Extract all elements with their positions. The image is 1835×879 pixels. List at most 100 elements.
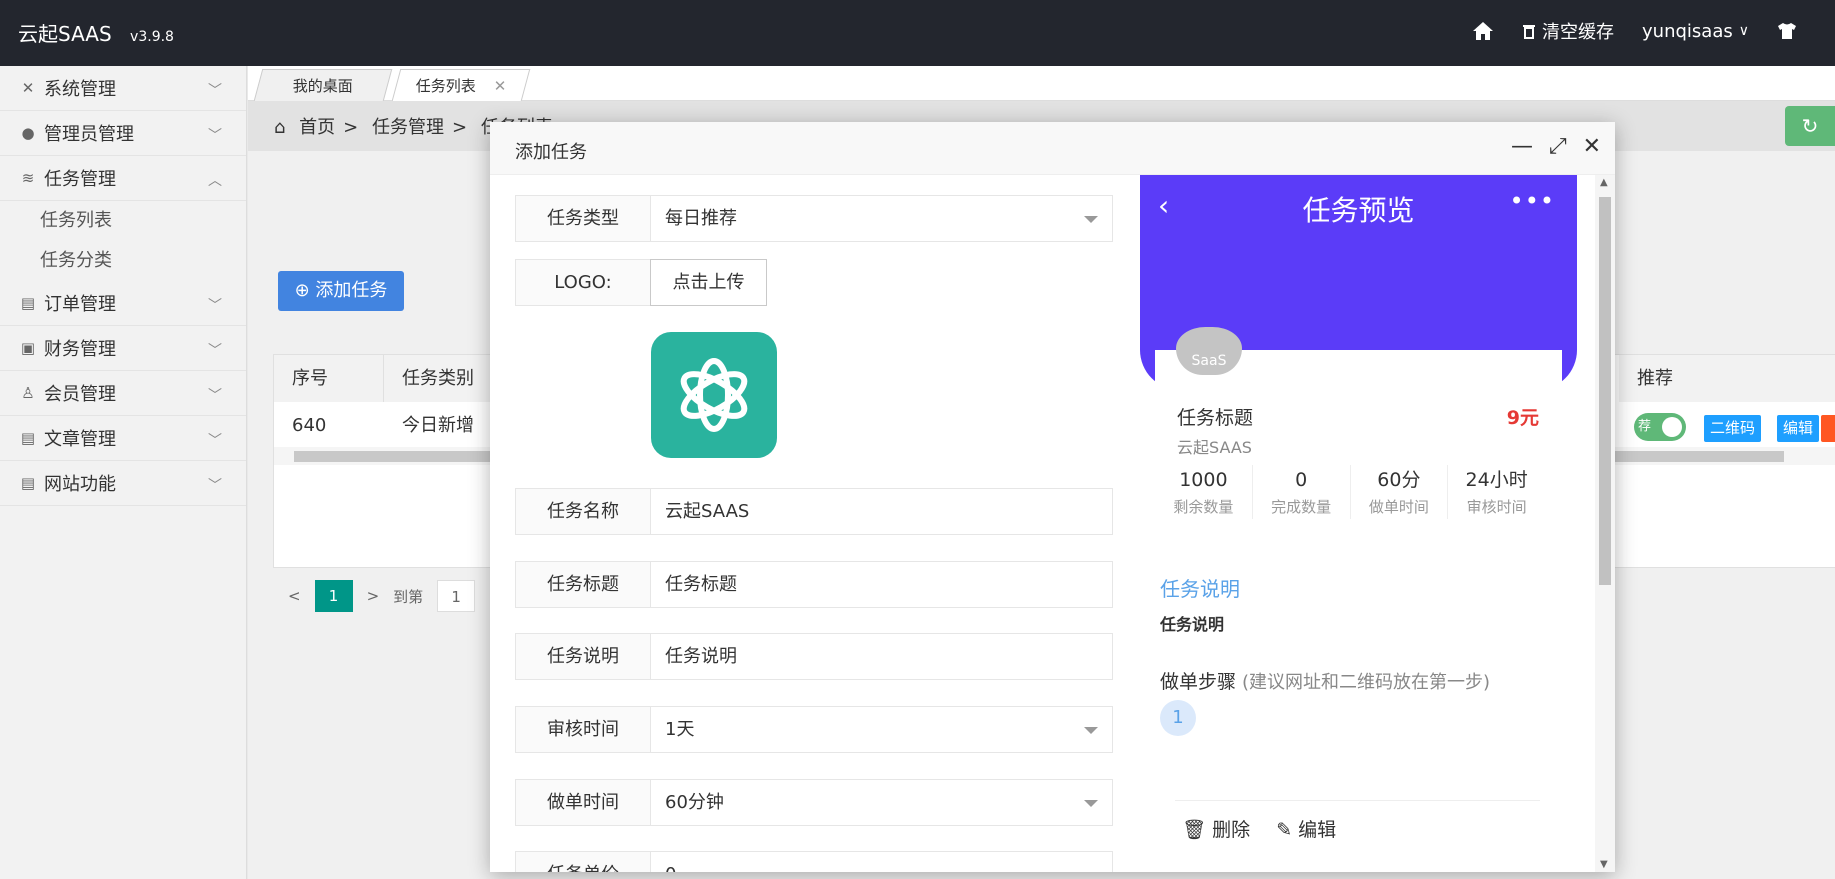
sidebar-item-admin[interactable]: ● 管理员管理 ﹀	[0, 111, 246, 156]
form-label: 任务单价	[515, 851, 651, 872]
desc-text: 任务说明	[1160, 615, 1225, 634]
scrollbar-thumb[interactable]	[1599, 197, 1611, 585]
sidebar: ✕ 系统管理 ﹀ ● 管理员管理 ﹀ ≋ 任务管理 ︿ 任务列表 任务分类 ▤ 订单管理 ﹀ ▣…	[0, 66, 247, 879]
stat-label: 审核时间	[1466, 498, 1527, 516]
task-type-select[interactable]: 每日推荐	[650, 195, 1113, 242]
edit-step-button[interactable]: ✎ 编辑	[1276, 815, 1336, 842]
table-icon: ▤	[20, 294, 36, 312]
close-icon[interactable]: ✕	[1583, 134, 1601, 159]
form-row-price: 任务单价 0	[515, 851, 1113, 872]
sidebar-item-task[interactable]: ≋ 任务管理 ︿	[0, 156, 246, 201]
preview-price: 9元	[1506, 407, 1539, 429]
theme-button[interactable]	[1777, 22, 1797, 40]
sidebar-item-order[interactable]: ▤ 订单管理 ﹀	[0, 281, 246, 326]
add-task-button[interactable]: ⊕ 添加任务	[278, 271, 404, 311]
steps-hint: (建议网址和二维码放在第一步)	[1242, 672, 1491, 693]
task-title-input[interactable]: 任务标题	[650, 561, 1113, 608]
form-label: 任务名称	[515, 488, 651, 535]
sidebar-item-article[interactable]: ▤ 文章管理 ﹀	[0, 416, 246, 461]
scroll-up-icon[interactable]: ▲	[1600, 177, 1608, 188]
column-header: 推荐	[1619, 355, 1835, 402]
step-number[interactable]: 1	[1160, 700, 1196, 736]
form-row-title: 任务标题 任务标题	[515, 561, 1113, 608]
task-name-input[interactable]: 云起SAAS	[650, 488, 1113, 535]
audit-time-select[interactable]: 1天	[650, 706, 1113, 753]
version-label: v3.9.8	[130, 29, 174, 45]
brand-name: 云起SAAS	[18, 22, 112, 46]
scroll-down-icon[interactable]: ▼	[1600, 859, 1608, 870]
form-row-task-type: 任务类型 每日推荐	[515, 195, 1113, 242]
sidebar-item-finance[interactable]: ▣ 财务管理 ﹀	[0, 326, 246, 371]
delete-button[interactable]	[1821, 415, 1835, 442]
sidebar-item-label: 订单管理	[44, 294, 116, 315]
do-time-select[interactable]: 60分钟	[650, 779, 1113, 826]
caret-down-icon	[1084, 727, 1098, 734]
modal-header: 添加任务 — ⤢ ✕	[490, 122, 1615, 175]
tab-task-list[interactable]: 任务列表 ✕	[391, 69, 531, 102]
modal-body: 任务类型 每日推荐 LOGO: 点击上传 任务名称 云起SAAS 任务标题 任务…	[490, 175, 1615, 872]
sidebar-item-label: 会员管理	[44, 384, 116, 405]
stat-remaining: 1000 剩余数量	[1155, 465, 1253, 519]
edit-icon: ✎	[1276, 819, 1293, 841]
finance-icon: ▣	[20, 339, 36, 357]
breadcrumb-item[interactable]: 首页	[299, 117, 335, 138]
modal-scrollbar[interactable]: ▲ ▼	[1595, 175, 1615, 872]
home-icon	[1473, 22, 1494, 40]
page-current[interactable]: 1	[314, 580, 353, 612]
tab-desktop[interactable]: 我的桌面	[253, 69, 393, 101]
task-desc-input[interactable]: 任务说明	[650, 633, 1113, 680]
qrcode-button[interactable]: 二维码	[1704, 415, 1762, 442]
breadcrumb-item[interactable]: 任务管理	[372, 117, 444, 138]
stat-label: 做单时间	[1368, 498, 1429, 516]
sidebar-item-label: 财务管理	[44, 339, 116, 360]
list-icon: ▤	[20, 474, 36, 492]
maximize-icon[interactable]: ⤢	[1549, 134, 1567, 159]
tab-label: 任务列表	[415, 77, 476, 95]
sidebar-item-system[interactable]: ✕ 系统管理 ﹀	[0, 66, 246, 111]
close-icon[interactable]: ✕	[493, 70, 506, 102]
user-menu[interactable]: yunqisaas ∨	[1642, 21, 1749, 42]
member-icon: ♙	[21, 384, 35, 402]
clear-cache-label: 清空缓存	[1542, 22, 1615, 43]
recommend-toggle[interactable]: 荐	[1634, 413, 1686, 441]
sidebar-item-label: 任务管理	[44, 169, 116, 190]
add-task-modal: 添加任务 — ⤢ ✕ 任务类型 每日推荐 LOGO: 点击上传 任务名称 云起S…	[490, 122, 1615, 872]
database-icon: ≋	[21, 169, 35, 187]
divider	[1175, 800, 1540, 801]
chevron-up-icon: ︿	[208, 173, 222, 189]
stat-do-time: 60分 做单时间	[1351, 465, 1449, 519]
sidebar-item-member[interactable]: ♙ 会员管理 ﹀	[0, 371, 246, 416]
avatar: SaaS	[1176, 327, 1242, 375]
next-page-icon[interactable]: >	[367, 587, 380, 605]
chevron-down-icon: ﹀	[208, 433, 222, 449]
brand: 云起SAAS v3.9.8	[18, 18, 174, 47]
home-button[interactable]	[1472, 21, 1494, 41]
sidebar-subitem-task-list[interactable]: 任务列表	[0, 201, 246, 241]
sidebar-item-site[interactable]: ▤ 网站功能 ﹀	[0, 461, 246, 506]
refresh-button[interactable]: ↻	[1785, 106, 1835, 146]
upload-button[interactable]: 点击上传	[650, 259, 767, 306]
chevron-down-icon: ﹀	[208, 298, 222, 314]
breadcrumb-sep: >	[452, 117, 468, 138]
edit-button[interactable]: 编辑	[1777, 415, 1820, 442]
minimize-icon[interactable]: —	[1511, 134, 1533, 159]
sidebar-subitem-task-category[interactable]: 任务分类	[0, 241, 246, 281]
steps-heading: 做单步骤 (建议网址和二维码放在第一步)	[1160, 667, 1490, 694]
form-label: 任务说明	[515, 633, 651, 680]
shirt-icon	[1778, 23, 1796, 39]
task-price-input[interactable]: 0	[650, 851, 1113, 872]
more-icon[interactable]: •••	[1510, 187, 1555, 215]
user-icon: ●	[21, 124, 35, 142]
form-label: LOGO:	[515, 259, 651, 306]
clear-cache-button[interactable]: 清空缓存	[1522, 18, 1614, 44]
chevron-down-icon: ﹀	[208, 83, 222, 99]
caret-down-icon	[1084, 800, 1098, 807]
stat-value: 1000	[1179, 469, 1228, 491]
prev-page-icon[interactable]: <	[288, 587, 301, 605]
delete-step-button[interactable]: 🗑 删除	[1182, 815, 1250, 842]
form-label: 审核时间	[515, 706, 651, 753]
steps-title: 做单步骤	[1160, 671, 1237, 693]
goto-label: 到第	[393, 587, 424, 606]
logo-preview	[651, 332, 777, 458]
goto-input[interactable]: 1	[437, 580, 476, 612]
